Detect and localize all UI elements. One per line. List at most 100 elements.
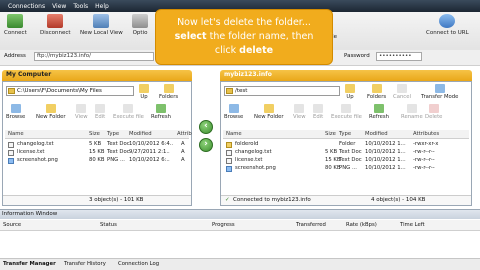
local-column-header: Name Size Type Modified Attrib [5, 130, 192, 139]
remote-folders-button[interactable]: Folders [367, 84, 386, 100]
up-folder-icon [345, 84, 355, 93]
password-label: Password [344, 53, 370, 59]
menu-view[interactable]: View [52, 3, 66, 12]
rename-icon [406, 104, 417, 113]
transfer-left-button[interactable]: ‹ [199, 120, 213, 134]
col-transferred[interactable]: Transferred [296, 222, 326, 228]
col-name[interactable]: Name [8, 131, 24, 137]
remote-path-input[interactable]: /test [224, 86, 340, 96]
local-new-folder-button[interactable]: New Folder [36, 104, 66, 120]
remote-delete-button[interactable]: Delete [425, 104, 442, 120]
remote-cancel-button[interactable]: Cancel [393, 84, 411, 100]
text-file-icon [226, 150, 232, 156]
transfer-right-button[interactable]: › [199, 138, 213, 152]
connect-button[interactable]: Connect [4, 14, 27, 36]
col-modified[interactable]: Modified [365, 131, 388, 137]
local-file-row[interactable]: changelog.txt 5 KB Text Doc 10/10/2012 6:4.… [5, 141, 189, 149]
menu-connections[interactable]: Connections [8, 3, 45, 12]
remote-edit-button[interactable]: Edit [313, 104, 323, 120]
local-edit-button[interactable]: Edit [95, 104, 105, 120]
remote-new-folder-button[interactable]: New Folder [254, 104, 284, 120]
col-attributes[interactable]: Attributes [413, 131, 439, 137]
local-folders-button[interactable]: Folders [159, 84, 178, 100]
options-icon [132, 14, 148, 28]
execute-icon [341, 104, 352, 113]
options-button[interactable]: Optio [132, 14, 148, 36]
local-execute-button[interactable]: Execute file [113, 104, 144, 120]
folder-icon [8, 88, 15, 94]
local-path-input[interactable]: C:\Users\F\Documents\My Files [6, 86, 134, 96]
tab-connection-log[interactable]: Connection Log [118, 261, 159, 267]
disconnect-icon [47, 14, 64, 28]
local-file-row[interactable]: license.txt 15 KB Text Doc 9/27/2011 2:1.. A [5, 149, 189, 157]
password-input[interactable]: •••••••••• [376, 52, 422, 61]
menu-help[interactable]: Help [95, 3, 109, 12]
local-file-row[interactable]: screenshot.png 80 KB PNG ... 10/10/2012 6:.… [5, 157, 189, 165]
local-pane-tab[interactable]: My Computer [2, 70, 192, 81]
view-icon [294, 104, 305, 113]
browse-icon [228, 104, 239, 113]
col-type[interactable]: Type [107, 131, 119, 137]
callout-line-3: click delete [214, 45, 274, 56]
remote-pane-tab[interactable]: mybiz123.info [220, 70, 472, 81]
local-refresh-button[interactable]: Refresh [151, 104, 171, 120]
remote-browse-button[interactable]: Browse [224, 104, 243, 120]
edit-icon [95, 104, 106, 113]
remote-file-row[interactable]: screenshot.png 80 KB PNG ... 10/10/2012 1..… [223, 165, 469, 173]
folders-icon [371, 84, 382, 93]
col-rate[interactable]: Rate (kBps) [346, 222, 377, 228]
new-folder-icon [263, 104, 274, 113]
address-input[interactable]: ftp://mybiz123.info/ [34, 52, 154, 61]
remote-status-bar: ✓ Connected to mybiz123.info 4 object(s)… [221, 195, 471, 205]
text-file-icon [226, 158, 232, 164]
edit-icon [313, 104, 324, 113]
arrow-right-icon: › [204, 139, 208, 149]
col-time-left[interactable]: Time Left [400, 222, 425, 228]
remote-status-left: Connected to mybiz123.info [233, 197, 311, 203]
remote-refresh-button[interactable]: Refresh [369, 104, 389, 120]
remote-column-header: Name Size Type Modified Attributes [223, 130, 469, 139]
new-local-view-button[interactable]: New Local View [80, 14, 123, 36]
remote-execute-button[interactable]: Execute file [331, 104, 362, 120]
remote-up-button[interactable]: Up [345, 84, 355, 100]
text-file-icon [8, 150, 14, 156]
image-file-icon [226, 166, 232, 172]
remote-status-right: 4 object(s) - 104 KB [371, 197, 426, 203]
remote-file-row[interactable]: license.txt 15 KB Text Doc 10/10/2012 1... -… [223, 157, 469, 165]
globe-icon [439, 14, 456, 28]
callout-line-1: Now let's delete the folder... [177, 17, 311, 28]
local-up-button[interactable]: Up [139, 84, 149, 100]
transfer-mode-button[interactable]: Transfer Mode [421, 84, 458, 100]
remote-rename-button[interactable]: Rename [401, 104, 423, 120]
cancel-icon [396, 84, 407, 93]
disconnect-button[interactable]: Disconnect [40, 14, 71, 36]
tab-transfer-history[interactable]: Transfer History [64, 261, 106, 267]
local-status-text: 3 object(s) - 101 KB [89, 197, 144, 203]
col-size[interactable]: Size [325, 131, 336, 137]
col-progress[interactable]: Progress [212, 222, 235, 228]
transfer-queue-list [0, 231, 480, 258]
remote-view-button[interactable]: View [293, 104, 306, 120]
tab-transfer-manager[interactable]: Transfer Manager [3, 261, 56, 267]
connect-icon [7, 14, 24, 28]
address-label: Address [4, 53, 26, 59]
local-browse-button[interactable]: Browse [6, 104, 25, 120]
monitor-icon [93, 14, 110, 28]
col-attrib[interactable]: Attrib [177, 131, 192, 137]
up-folder-icon [139, 84, 149, 93]
remote-file-row[interactable]: changelog.txt 5 KB Text Doc 10/10/2012 1...… [223, 149, 469, 157]
col-name[interactable]: Name [226, 131, 242, 137]
remote-file-row[interactable]: folderold Folder 10/10/2012 1... -rwxr-xr-x [223, 141, 469, 149]
col-source[interactable]: Source [3, 222, 21, 228]
refresh-icon [156, 104, 166, 113]
menu-tools[interactable]: Tools [73, 3, 88, 12]
col-status[interactable]: Status [100, 222, 117, 228]
col-modified[interactable]: Modified [129, 131, 152, 137]
connect-to-url-button[interactable]: Connect to URL [426, 14, 469, 36]
view-icon [76, 104, 87, 113]
col-size[interactable]: Size [89, 131, 100, 137]
menu-bar: Connections View Tools Help [0, 3, 109, 12]
local-view-button[interactable]: View [75, 104, 88, 120]
image-file-icon [8, 158, 14, 164]
col-type[interactable]: Type [339, 131, 351, 137]
